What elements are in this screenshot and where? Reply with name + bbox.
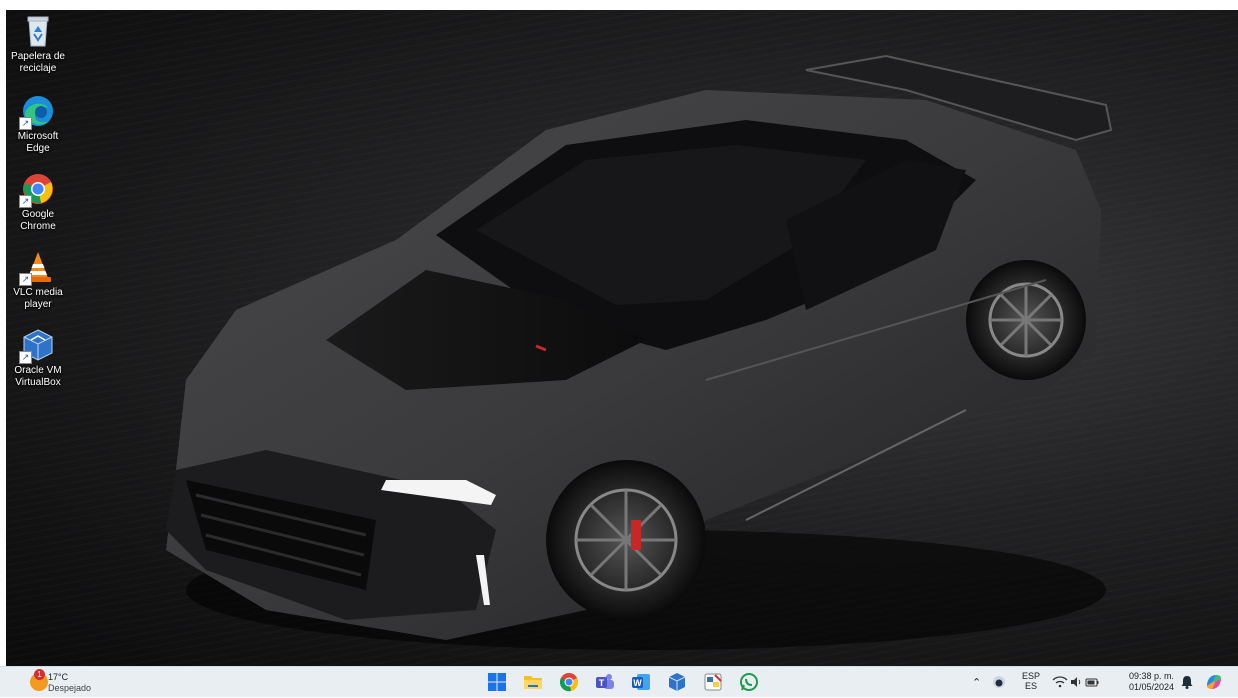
keyboard-layout: ES bbox=[1024, 681, 1037, 691]
desktop-icon-virtualbox[interactable]: ↗ Oracle VM VirtualBox bbox=[10, 328, 66, 389]
virtualbox-icon bbox=[668, 673, 686, 691]
start-button[interactable] bbox=[486, 671, 508, 693]
edge-icon: ↗ bbox=[19, 94, 55, 130]
clock-time: 09:38 p. m. bbox=[1128, 671, 1174, 681]
vlc-icon: ↗ bbox=[19, 250, 55, 286]
taskbar-file-explorer[interactable] bbox=[522, 671, 544, 693]
system-tray: ⌃ ESP ES 09:38 p. m. 01/05/2024 bbox=[970, 667, 1238, 697]
desktop-wallpaper: Papelera de reciclaje ↗ Microsoft Edge ↗… bbox=[6, 10, 1238, 666]
wifi-volume-battery-icons bbox=[1052, 676, 1099, 688]
desktop-icon-label: Oracle VM VirtualBox bbox=[14, 365, 62, 388]
shortcut-arrow-icon: ↗ bbox=[19, 195, 32, 208]
weather-temperature: 17°C bbox=[48, 672, 69, 682]
desktop-icon-label: VLC media player bbox=[13, 287, 63, 310]
desktop-icon-edge[interactable]: ↗ Microsoft Edge bbox=[10, 94, 66, 155]
chrome-icon: ↗ bbox=[19, 172, 55, 208]
notification-bell-icon[interactable] bbox=[1180, 674, 1194, 691]
desktop-icon-vlc[interactable]: ↗ VLC media player bbox=[10, 250, 66, 311]
language-indicator[interactable]: ESP ES bbox=[1022, 671, 1040, 691]
clock-date: 01/05/2024 bbox=[1128, 682, 1174, 692]
desktop-icon-label: Google Chrome bbox=[20, 209, 56, 232]
virtualbox-icon: ↗ bbox=[19, 328, 55, 364]
network-status-group[interactable] bbox=[1052, 675, 1100, 691]
clock[interactable]: 09:38 p. m. 01/05/2024 bbox=[1116, 671, 1174, 693]
taskbar-teams[interactable]: T bbox=[594, 671, 616, 693]
copilot-icon[interactable] bbox=[1204, 672, 1224, 694]
tray-onedrive-icon bbox=[993, 676, 1005, 688]
recycle-bin-icon bbox=[21, 14, 55, 48]
desktop-icon-chrome[interactable]: ↗ Google Chrome bbox=[10, 172, 66, 233]
start-icon bbox=[488, 673, 506, 691]
taskbar: 1 17°C Despejado T W ⌃ ESP ES 09:38 p. m… bbox=[0, 666, 1238, 697]
weather-alert-badge: 1 bbox=[34, 669, 45, 680]
taskbar-virtualbox[interactable] bbox=[666, 671, 688, 693]
desktop-icon-label: Microsoft Edge bbox=[17, 131, 59, 154]
chrome-icon bbox=[559, 673, 579, 692]
word-icon: W bbox=[632, 674, 650, 690]
svg-text:W: W bbox=[633, 678, 642, 688]
taskbar-word[interactable]: W bbox=[630, 671, 652, 693]
taskbar-chrome[interactable] bbox=[558, 671, 580, 693]
show-hidden-icons-chevron-icon[interactable]: ⌃ bbox=[972, 676, 981, 689]
shortcut-arrow-icon: ↗ bbox=[19, 273, 32, 286]
desktop-icon-label: Papelera de reciclaje bbox=[11, 51, 65, 74]
shortcut-arrow-icon: ↗ bbox=[19, 117, 32, 130]
teams-icon: T bbox=[596, 674, 614, 689]
language-code: ESP bbox=[1022, 671, 1041, 681]
python-idle-icon bbox=[704, 673, 722, 691]
desktop-icon-recycle-bin[interactable]: Papelera de reciclaje bbox=[10, 14, 66, 75]
svg-text:T: T bbox=[599, 678, 605, 688]
file-explorer-icon bbox=[524, 676, 542, 689]
shortcut-arrow-icon: ↗ bbox=[19, 351, 32, 364]
weather-condition: Despejado bbox=[48, 683, 92, 693]
wallpaper-car-image bbox=[166, 54, 1113, 650]
taskbar-python-idle[interactable] bbox=[702, 671, 724, 693]
taskbar-whatsapp[interactable] bbox=[738, 671, 760, 693]
tray-app-icon[interactable] bbox=[992, 675, 1006, 691]
whatsapp-icon bbox=[740, 673, 758, 691]
